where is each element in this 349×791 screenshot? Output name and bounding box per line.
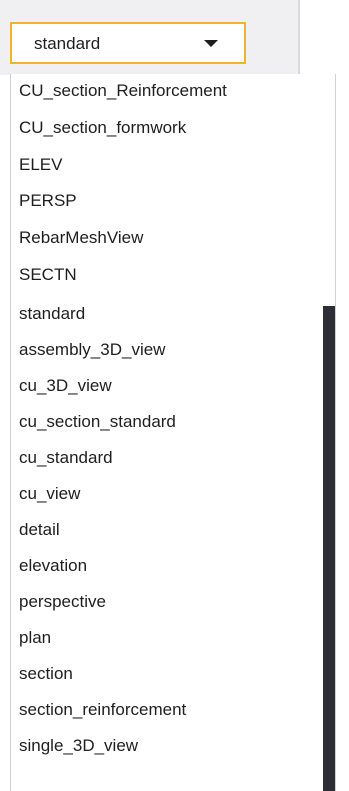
list-item[interactable]: cu_standard [19, 443, 319, 473]
view-selector-panel: standard CU_section_Reinforcement CU_sec… [0, 0, 349, 791]
list-item[interactable]: RebarMeshView [19, 223, 319, 253]
dropdown-list: CU_section_Reinforcement CU_section_form… [10, 74, 336, 791]
list-item[interactable]: section [19, 659, 319, 689]
combobox-selected-value: standard [34, 34, 101, 53]
list-item[interactable]: single_3D_view [19, 731, 319, 761]
toolbar-divider [298, 0, 300, 75]
list-item[interactable]: cu_3D_view [19, 371, 319, 401]
list-item[interactable]: CU_section_formwork [19, 113, 319, 143]
chevron-down-icon[interactable] [204, 40, 218, 47]
list-item[interactable]: assembly_3D_view [19, 335, 319, 365]
list-item[interactable]: standard [19, 299, 319, 329]
list-item[interactable]: SECTN [19, 260, 319, 290]
list-item[interactable]: cu_section_standard [19, 407, 319, 437]
scrollbar-thumb[interactable] [323, 306, 335, 791]
list-item[interactable]: CU_section_Reinforcement [19, 76, 319, 106]
list-item[interactable]: ELEV [19, 150, 319, 180]
list-item[interactable]: cu_view [19, 479, 319, 509]
list-item[interactable]: plan [19, 623, 319, 653]
list-item[interactable]: perspective [19, 587, 319, 617]
list-item[interactable]: detail [19, 515, 319, 545]
list-item[interactable]: section_reinforcement [19, 695, 319, 725]
view-template-combobox[interactable]: standard [10, 22, 246, 64]
list-item[interactable]: elevation [19, 551, 319, 581]
list-item[interactable]: PERSP [19, 186, 319, 216]
